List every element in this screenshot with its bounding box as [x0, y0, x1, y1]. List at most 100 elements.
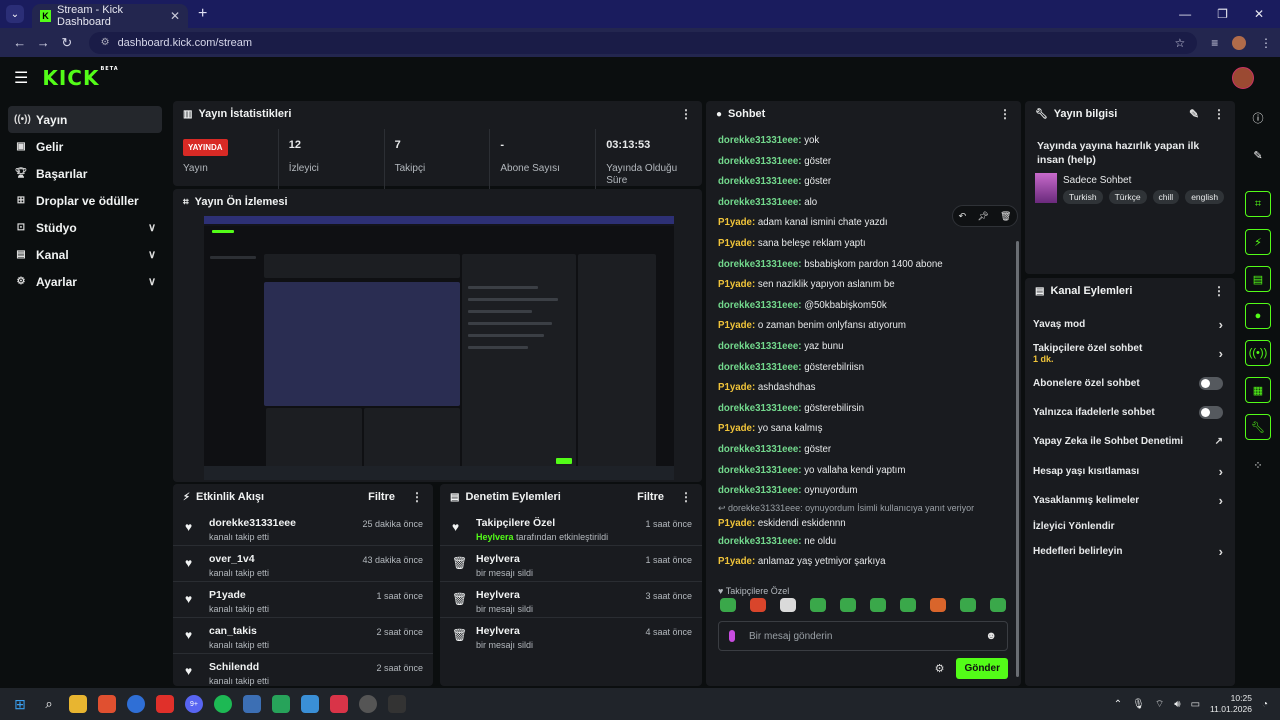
chat-message[interactable]: dorekke31331eee: gösterebilirsin — [718, 399, 1008, 420]
emote-icon[interactable] — [840, 598, 856, 612]
site-info-icon[interactable]: ⚙ — [101, 37, 110, 48]
wrench-icon[interactable]: 🔧︎ — [1245, 414, 1271, 440]
chat-message[interactable]: dorekke31331eee: yo vallaha kendi yaptım — [718, 461, 1008, 482]
reply-icon[interactable]: ↶ — [959, 211, 967, 222]
emote-icon[interactable] — [810, 598, 826, 612]
action-slow-mode[interactable]: Yavaş mod › — [1025, 310, 1235, 339]
focus-icon[interactable]: ⌗ — [1245, 191, 1271, 217]
chat-message[interactable]: dorekke31331eee: yok — [718, 131, 1008, 152]
edit-layout-icon[interactable]: ✎ — [1245, 142, 1271, 168]
chat-message[interactable]: P1yade: sen naziklik yapıyon aslanım be — [718, 275, 1008, 296]
pin-icon[interactable]: 📌︎ — [977, 211, 988, 222]
kick-logo[interactable]: KICKBETA — [42, 66, 118, 90]
more-options-icon[interactable]: ⋮ — [1213, 107, 1225, 121]
app-icon[interactable] — [156, 695, 174, 713]
more-options-icon[interactable]: ⋮ — [1213, 284, 1225, 298]
forward-icon[interactable]: → — [32, 35, 56, 50]
bookmark-star-icon[interactable]: ☆ — [1174, 36, 1185, 50]
app-icon[interactable] — [330, 695, 348, 713]
emote-icon[interactable] — [750, 598, 766, 612]
minimize-icon[interactable]: — — [1179, 7, 1191, 21]
more-options-icon[interactable]: ⋮ — [411, 490, 423, 504]
chevron-up-icon[interactable]: ⌃ — [1114, 699, 1122, 710]
sidebar-item-yayin[interactable]: ((•)) Yayın — [8, 106, 162, 133]
chat-message[interactable]: dorekke31331eee: yaz bunu — [718, 337, 1008, 358]
emote-icon[interactable] — [990, 598, 1006, 612]
action-followers-only[interactable]: Takipçilere özel sohbet 1 dk. › — [1025, 339, 1235, 368]
action-account-age[interactable]: Hesap yaşı kısıtlaması › — [1025, 456, 1235, 485]
app-icon[interactable] — [243, 695, 261, 713]
app-icon[interactable] — [272, 695, 290, 713]
trash-icon[interactable]: 🗑︎ — [1000, 211, 1011, 222]
send-button[interactable]: Gönder — [956, 657, 1008, 679]
filter-button[interactable]: Filtre — [637, 491, 664, 503]
volume-icon[interactable]: 🔊︎ — [1174, 699, 1180, 710]
reload-icon[interactable]: ↻ — [55, 35, 79, 51]
address-bar[interactable]: ⚙ dashboard.kick.com/stream ☆ — [88, 31, 1198, 54]
chat-message[interactable]: dorekke31331eee: oynuyordum — [718, 481, 1008, 502]
chat-message[interactable]: P1yade: eskidendi eskidennn — [718, 515, 1008, 532]
emote-icon[interactable] — [960, 598, 976, 612]
tab-search-icon[interactable]: ⌄ — [6, 5, 24, 23]
hamburger-menu-icon[interactable]: ☰ — [14, 68, 28, 88]
app-icon[interactable] — [98, 695, 116, 713]
chat-message[interactable]: P1yade: anlamaz yaş yetmiyor şarkıya — [718, 552, 1008, 573]
bolt-icon[interactable]: ⚡︎ — [1245, 229, 1271, 255]
emote-icon[interactable] — [870, 598, 886, 612]
sidebar-item-studyo[interactable]: ⊡ Stüdyo ∨ — [8, 214, 162, 241]
action-raid[interactable]: İzleyici Yönlendir — [1025, 515, 1235, 537]
action-goals[interactable]: Hedefleri belirleyin › — [1025, 537, 1235, 566]
sidebar-item-droplar[interactable]: ⊞ Droplar ve ödüller — [8, 187, 162, 214]
system-clock[interactable]: 10:25 11.01.2026 — [1210, 693, 1252, 715]
spotify-icon[interactable] — [214, 695, 232, 713]
sidebar-item-gelir[interactable]: ▣ Gelir — [8, 133, 162, 160]
chat-scrollbar[interactable] — [1016, 241, 1019, 677]
sidebar-item-basarilar[interactable]: 🏆︎ Başarılar — [8, 160, 162, 187]
info-icon[interactable]: ⓘ — [1245, 105, 1271, 131]
emoji-icon[interactable]: ☻ — [985, 630, 997, 642]
chat-message[interactable]: P1yade: yo sana kalmış — [718, 419, 1008, 440]
new-tab-icon[interactable]: + — [198, 5, 207, 23]
emote-icon[interactable] — [780, 598, 796, 612]
stream-preview-video[interactable] — [204, 216, 674, 480]
sidebar-item-ayarlar[interactable]: ⚙ Ayarlar ∨ — [8, 268, 162, 295]
chat-bubble-icon[interactable]: ● — [1245, 303, 1271, 329]
channel-actions-icon[interactable]: ▦ — [1245, 377, 1271, 403]
broadcast-icon[interactable]: ((•)) — [1245, 340, 1271, 366]
more-options-icon[interactable]: ⋮ — [999, 107, 1011, 121]
maximize-icon[interactable]: ❐ — [1217, 7, 1228, 21]
app-icon[interactable] — [388, 695, 406, 713]
media-controls-icon[interactable]: ≡ — [1211, 36, 1218, 50]
chat-message[interactable]: dorekke31331eee: bsbabişkom pardon 1400 … — [718, 255, 1008, 276]
emote-icon[interactable] — [720, 598, 736, 612]
profile-avatar[interactable] — [1232, 35, 1246, 50]
browser-menu-icon[interactable]: ⋮ — [1260, 36, 1272, 50]
emote-icon[interactable] — [930, 598, 946, 612]
subscribers-only-toggle[interactable] — [1199, 376, 1223, 390]
document-icon[interactable]: ▤ — [1245, 266, 1271, 292]
widgets-icon[interactable]: ⁘ — [1245, 452, 1271, 478]
back-icon[interactable]: ← — [8, 35, 32, 50]
chrome-icon[interactable] — [127, 695, 145, 713]
user-avatar[interactable] — [1232, 67, 1254, 89]
chat-message[interactable]: dorekke31331eee: ne oldu — [718, 532, 1008, 553]
chat-message[interactable]: P1yade: o zaman benim onlyfansı atıyorum — [718, 316, 1008, 337]
tab-close-icon[interactable]: ✕ — [170, 9, 180, 23]
more-options-icon[interactable]: ⋮ — [680, 490, 692, 504]
chat-message[interactable]: dorekke31331eee: gösterebilriisn — [718, 358, 1008, 379]
chat-message[interactable]: P1yade: ashdashdhas — [718, 378, 1008, 399]
sidebar-item-kanal[interactable]: ▤ Kanal ∨ — [8, 241, 162, 268]
chat-message[interactable]: dorekke31331eee: göster — [718, 172, 1008, 193]
file-explorer-icon[interactable] — [69, 695, 87, 713]
chat-message-input[interactable]: Bir mesaj gönderin ☻ — [718, 621, 1008, 651]
microphone-icon[interactable]: 🎙︎ — [1132, 699, 1145, 710]
close-window-icon[interactable]: ✕ — [1254, 7, 1264, 21]
browser-tab[interactable]: K Stream - Kick Dashboard ✕ — [32, 4, 188, 28]
more-options-icon[interactable]: ⋮ — [680, 107, 692, 121]
battery-icon[interactable]: ▭ — [1191, 699, 1200, 710]
filter-button[interactable]: Filtre — [368, 491, 395, 503]
search-icon[interactable]: ⌕ — [40, 695, 58, 713]
chat-message[interactable]: dorekke31331eee: @50kbabişkom50k — [718, 296, 1008, 317]
emotes-only-toggle[interactable] — [1199, 406, 1223, 420]
chat-message[interactable]: dorekke31331eee: göster — [718, 440, 1008, 461]
